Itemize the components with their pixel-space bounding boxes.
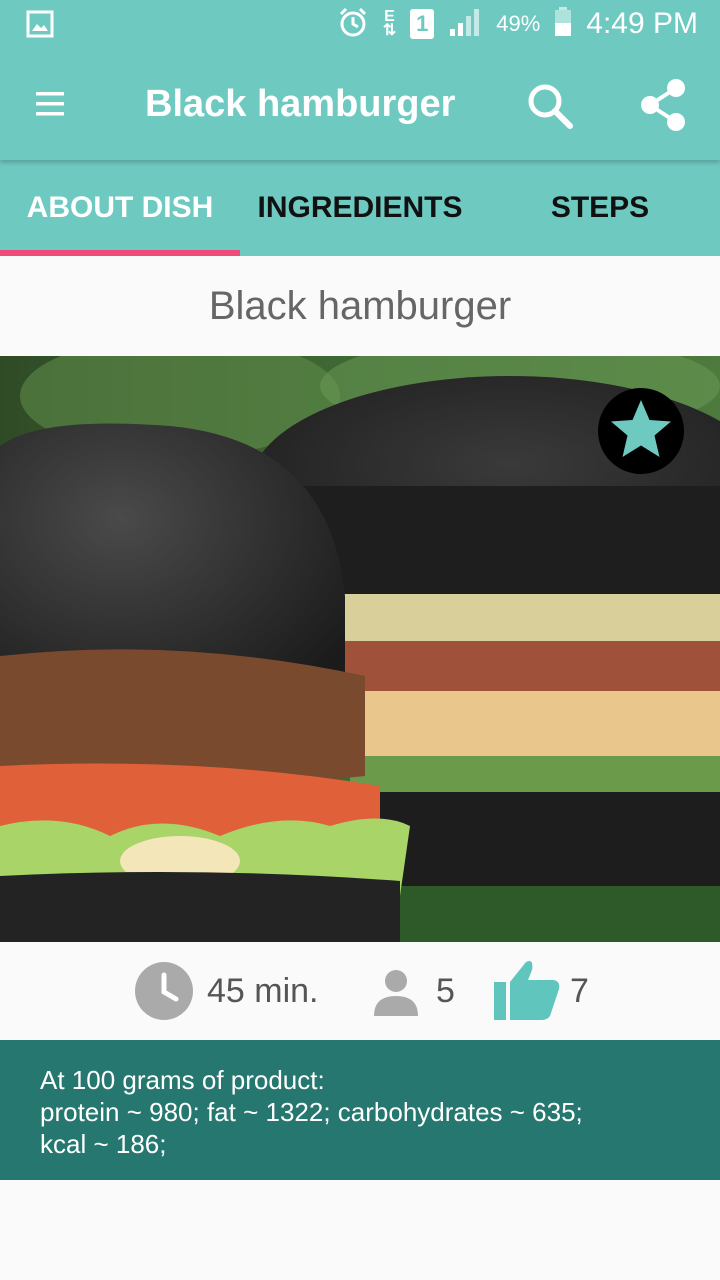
tab-ingredients[interactable]: INGREDIENTS — [240, 160, 480, 256]
person-icon — [370, 966, 422, 1023]
sim-icon: 1 — [410, 9, 435, 39]
tab-steps[interactable]: STEPS — [480, 160, 720, 256]
battery-icon — [554, 6, 572, 42]
likes-count: 7 — [570, 972, 589, 1010]
status-bar: E ⇅ 1 49% 4:49 PM — [0, 0, 720, 48]
thumbs-up-icon[interactable] — [492, 958, 562, 1027]
share-icon[interactable] — [630, 72, 696, 138]
tab-about-dish[interactable]: ABOUT DISH — [0, 160, 240, 256]
nutrition-kcal: kcal ~ 186; — [40, 1129, 167, 1159]
nutrition-panel: At 100 grams of product: protein ~ 980; … — [0, 1040, 720, 1180]
stats-row: 45 min. 5 7 — [0, 942, 720, 1040]
data-arrows-icon: ⇅ — [382, 22, 397, 39]
dish-title: Black hamburger — [0, 256, 720, 356]
servings-count: 5 — [436, 972, 455, 1010]
app-bar: Black hamburger — [0, 48, 720, 160]
gallery-icon — [26, 10, 54, 43]
app-title: Black hamburger — [145, 83, 456, 125]
battery-percent: 49% — [496, 11, 541, 36]
signal-icon — [448, 7, 482, 42]
cooking-time: 45 min. — [207, 972, 319, 1010]
clock-time: 4:49 PM — [586, 7, 698, 40]
nutrition-macros: protein ~ 980; fat ~ 1322; carbohydrates… — [40, 1097, 583, 1127]
favorite-button[interactable] — [598, 388, 684, 474]
clock-icon — [134, 961, 194, 1026]
sim-label: 1 — [416, 11, 429, 36]
menu-icon[interactable] — [26, 82, 74, 126]
star-icon — [606, 394, 676, 469]
nutrition-header: At 100 grams of product: — [40, 1065, 325, 1095]
tab-bar: ABOUT DISH INGREDIENTS STEPS — [0, 160, 720, 256]
search-icon[interactable] — [520, 76, 580, 136]
alarm-icon — [337, 6, 369, 43]
network-type-icon: E ⇅ — [382, 9, 397, 39]
